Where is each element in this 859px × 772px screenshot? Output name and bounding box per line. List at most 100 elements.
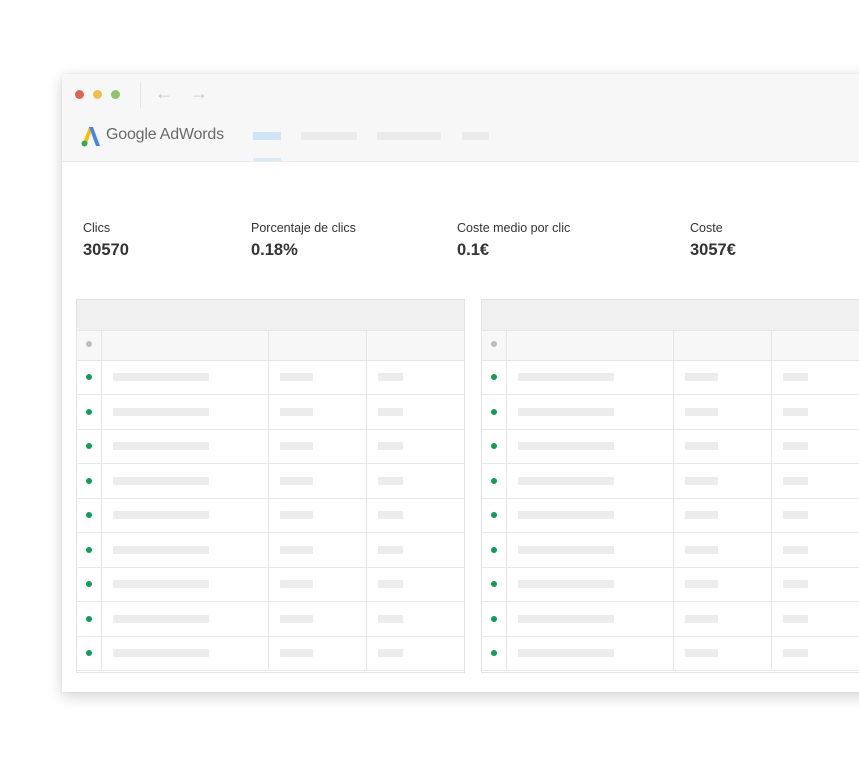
row-status-dot — [86, 581, 92, 587]
table-header-bar — [482, 300, 859, 330]
cell-placeholder — [378, 373, 403, 381]
tab-placeholder-1[interactable] — [253, 132, 281, 140]
cell-placeholder — [685, 373, 718, 381]
table-column-header — [77, 330, 464, 361]
metric-clicks: Clics 30570 — [83, 220, 129, 261]
cell-placeholder — [783, 614, 808, 623]
minimize-window-button[interactable] — [93, 90, 102, 99]
table-row[interactable] — [77, 429, 464, 464]
table-column-header — [482, 330, 859, 361]
cell-placeholder — [378, 476, 403, 485]
cell-placeholder — [113, 407, 209, 416]
table-row[interactable] — [482, 395, 859, 430]
cell-placeholder — [518, 580, 614, 588]
row-status-dot — [491, 581, 497, 587]
row-status-dot — [491, 650, 497, 656]
cell-placeholder — [783, 476, 808, 485]
row-status-dot — [86, 546, 92, 553]
cell-placeholder — [378, 649, 403, 657]
cell-placeholder — [783, 407, 808, 416]
table-row[interactable] — [482, 533, 859, 568]
table-row[interactable] — [77, 602, 464, 637]
table-header-bar — [77, 300, 464, 330]
data-table-right — [481, 299, 859, 673]
tab-placeholder-3[interactable] — [377, 132, 441, 140]
adwords-logo-icon — [81, 127, 100, 147]
tab-placeholder-2[interactable] — [301, 132, 357, 140]
cell-placeholder — [113, 511, 209, 519]
table-row[interactable] — [77, 498, 464, 533]
cell-placeholder — [113, 580, 209, 588]
row-status-dot — [491, 408, 497, 415]
row-status-dot — [86, 477, 92, 484]
browser-titlebar: ← → — [62, 74, 859, 114]
table-row[interactable] — [482, 464, 859, 499]
table-row[interactable] — [77, 567, 464, 602]
cell-placeholder — [113, 442, 209, 450]
app-header: Google AdWords — [62, 114, 859, 162]
row-status-dot — [86, 615, 92, 622]
cell-placeholder — [378, 407, 403, 416]
table-row[interactable] — [482, 360, 859, 395]
cell-placeholder — [280, 476, 313, 485]
close-window-button[interactable] — [75, 90, 84, 99]
cell-placeholder — [113, 476, 209, 485]
cell-placeholder — [280, 442, 313, 450]
cell-placeholder — [113, 545, 209, 554]
row-status-dot — [86, 408, 92, 415]
cell-placeholder — [518, 614, 614, 623]
cell-placeholder — [518, 649, 614, 657]
cell-placeholder — [280, 511, 313, 519]
cell-placeholder — [378, 545, 403, 554]
metric-value: 3057€ — [690, 241, 736, 259]
table-row[interactable] — [482, 498, 859, 533]
metric-value: 30570 — [83, 241, 129, 259]
row-status-dot — [491, 512, 497, 518]
metric-cost: Coste 3057€ — [690, 220, 736, 261]
arrow-left-icon[interactable]: ← — [155, 83, 173, 103]
metric-avg-cpc: Coste medio por clic 0.1€ — [457, 220, 570, 261]
row-status-dot — [491, 374, 497, 380]
cell-placeholder — [280, 545, 313, 554]
row-status-dot — [491, 615, 497, 622]
cell-placeholder — [783, 545, 808, 554]
table-row[interactable] — [482, 602, 859, 637]
metric-ctr: Porcentaje de clics 0.18% — [251, 220, 356, 261]
cell-placeholder — [783, 580, 808, 588]
metric-label: Porcentaje de clics — [251, 221, 356, 235]
table-row[interactable] — [482, 567, 859, 602]
cell-placeholder — [685, 580, 718, 588]
table-row[interactable] — [77, 464, 464, 499]
table-row[interactable] — [77, 395, 464, 430]
cell-placeholder — [378, 511, 403, 519]
row-status-dot — [491, 546, 497, 553]
cell-placeholder — [518, 545, 614, 554]
cell-placeholder — [685, 511, 718, 519]
row-status-dot — [86, 374, 92, 380]
header-status-dot — [86, 341, 92, 347]
browser-window: ← → Google AdWords Clics 30570 Porcentaj… — [62, 74, 859, 692]
brand-name: Google AdWords — [106, 126, 224, 143]
arrow-right-icon[interactable]: → — [190, 83, 208, 103]
cell-placeholder — [518, 442, 614, 450]
cell-placeholder — [783, 442, 808, 450]
cell-placeholder — [685, 407, 718, 416]
cell-placeholder — [113, 373, 209, 381]
table-row[interactable] — [77, 636, 464, 671]
cell-placeholder — [280, 614, 313, 623]
table-row[interactable] — [482, 429, 859, 464]
tab-placeholder-4[interactable] — [462, 132, 489, 140]
table-row[interactable] — [77, 360, 464, 395]
table-row[interactable] — [482, 636, 859, 671]
cell-placeholder — [518, 407, 614, 416]
cell-placeholder — [518, 511, 614, 519]
row-status-dot — [86, 512, 92, 518]
metric-label: Coste — [690, 221, 723, 235]
cell-placeholder — [280, 580, 313, 588]
cell-placeholder — [685, 442, 718, 450]
cell-placeholder — [113, 649, 209, 657]
maximize-window-button[interactable] — [111, 90, 120, 99]
row-status-dot — [86, 443, 92, 449]
table-row[interactable] — [77, 533, 464, 568]
cell-placeholder — [518, 476, 614, 485]
